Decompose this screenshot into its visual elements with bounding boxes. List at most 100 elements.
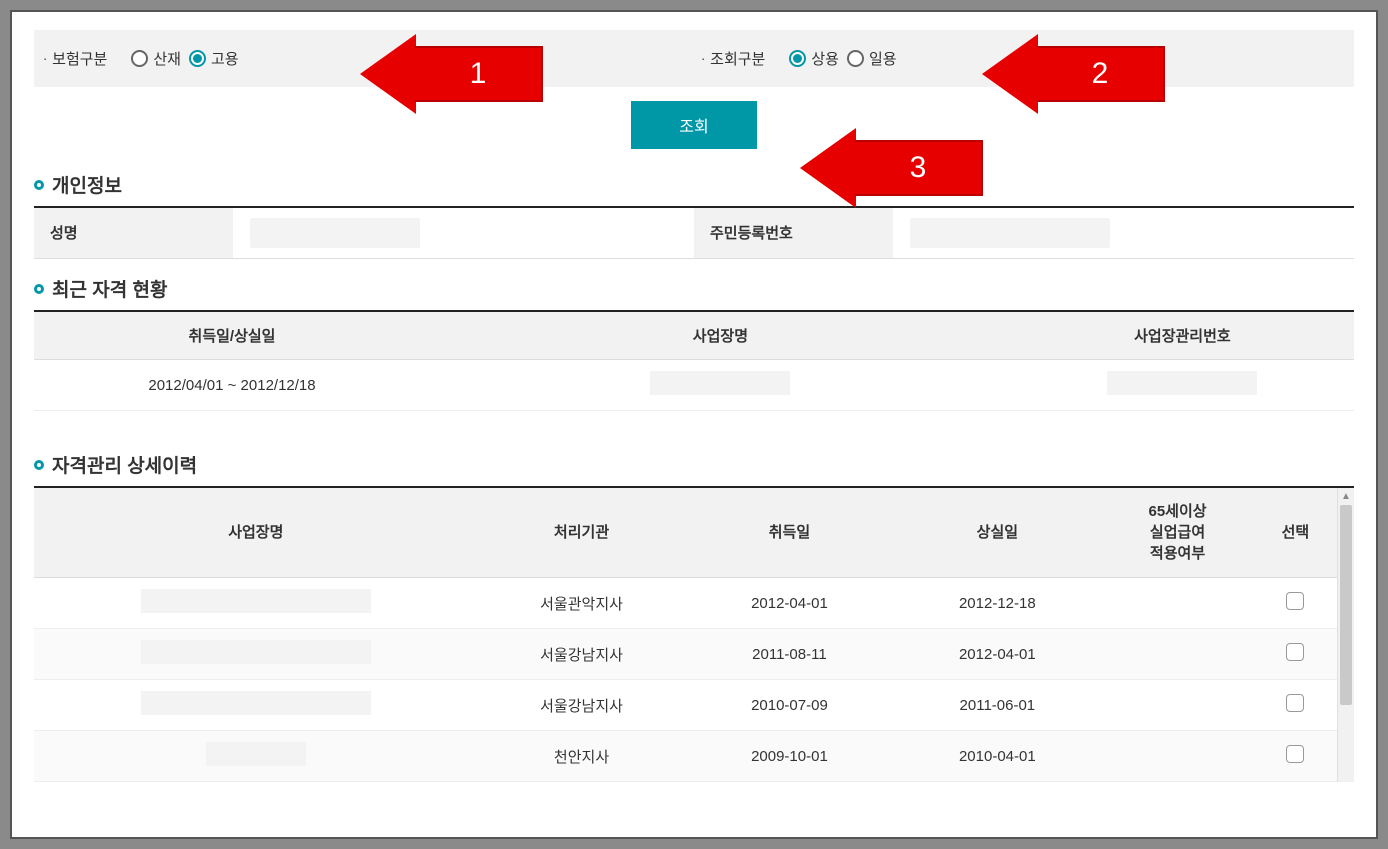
radio-label: 산재 [153,48,181,69]
personal-info-row: 성명 주민등록번호 [34,208,1354,259]
redacted [141,691,371,715]
cell-over65 [1101,680,1253,731]
table-row: 서울강남지사 2010-07-09 2011-06-01 [34,680,1337,731]
search-row: 조회 [34,101,1354,149]
col-acq: 취득일 [685,488,893,578]
cell-loss: 2010-04-01 [893,731,1101,782]
callout-number: 2 [1037,46,1165,102]
cell-loss: 2011-06-01 [893,680,1101,731]
cell-bizno [1011,360,1354,411]
bullet-icon [34,284,44,294]
cell-acq: 2010-07-09 [685,680,893,731]
radio-query-ilyong[interactable]: 일용 [847,48,897,69]
scroll-thumb[interactable] [1340,505,1352,705]
radio-icon [847,50,864,67]
radio-icon [189,50,206,67]
section-title-text: 최근 자격 현황 [52,275,167,302]
bullet-icon [34,180,44,190]
cell-biz [430,360,1011,411]
cell-branch: 서울강남지사 [478,680,686,731]
insurance-radio-set: 산재 고용 [131,48,238,69]
col-loss: 상실일 [893,488,1101,578]
cell-over65 [1101,731,1253,782]
cell-branch: 천안지사 [478,731,686,782]
redacted [141,589,371,613]
cell-select [1254,629,1337,680]
section-title-text: 자격관리 상세이력 [52,451,197,478]
cell-biz [34,629,478,680]
cell-biz [34,680,478,731]
callout-arrow-3: 3 [800,140,980,196]
section-title-detail: 자격관리 상세이력 [34,451,1354,478]
search-button[interactable]: 조회 [631,101,756,149]
redacted [206,742,306,766]
query-radio-set: 상용 일용 [789,48,896,69]
radio-label: 상용 [811,48,839,69]
detail-table: 사업장명 처리기관 취득일 상실일 65세이상 실업급여 적용여부 선택 서울관… [34,488,1337,782]
cell-loss: 2012-04-01 [893,629,1101,680]
select-checkbox[interactable] [1286,694,1304,712]
cell-biz [34,578,478,629]
cell-acq: 2009-10-01 [685,731,893,782]
table-row: 서울관악지사 2012-04-01 2012-12-18 [34,578,1337,629]
table-row: 서울강남지사 2011-08-11 2012-04-01 [34,629,1337,680]
cell-acq: 2012-04-01 [685,578,893,629]
col-select: 선택 [1254,488,1337,578]
rrn-label: 주민등록번호 [694,208,894,258]
recent-table: 취득일/상실일 사업장명 사업장관리번호 2012/04/01 ~ 2012/1… [34,312,1354,411]
select-checkbox[interactable] [1286,592,1304,610]
redacted [1107,371,1257,395]
cell-select [1254,578,1337,629]
cell-period: 2012/04/01 ~ 2012/12/18 [34,360,430,411]
redacted [141,640,371,664]
insurance-label: 보험구분 [44,48,107,69]
table-row: 2012/04/01 ~ 2012/12/18 [34,360,1354,411]
radio-label: 고용 [211,48,239,69]
radio-icon [131,50,148,67]
callout-arrow-1: 1 [360,46,540,102]
col-period: 취득일/상실일 [34,312,430,360]
cell-acq: 2011-08-11 [685,629,893,680]
redacted [910,218,1110,248]
col-bizno: 사업장관리번호 [1011,312,1354,360]
scroll-up-icon[interactable]: ▲ [1338,488,1354,505]
detail-wrap: 사업장명 처리기관 취득일 상실일 65세이상 실업급여 적용여부 선택 서울관… [34,486,1354,782]
col-over65: 65세이상 실업급여 적용여부 [1101,488,1253,578]
name-label: 성명 [34,208,234,258]
col-biz: 사업장명 [430,312,1011,360]
select-checkbox[interactable] [1286,643,1304,661]
filter-insurance-group: 보험구분 산재 고용 [44,48,239,69]
radio-insurance-sanje[interactable]: 산재 [131,48,181,69]
cell-over65 [1101,578,1253,629]
callout-number: 3 [855,140,983,196]
bullet-icon [34,460,44,470]
radio-icon [789,50,806,67]
filter-query-group: 조회구분 상용 일용 [702,48,897,69]
section-title-text: 개인정보 [52,171,122,198]
table-row: 천안지사 2009-10-01 2010-04-01 [34,731,1337,782]
cell-select [1254,680,1337,731]
cell-over65 [1101,629,1253,680]
col-biz: 사업장명 [34,488,478,578]
redacted [250,218,420,248]
query-label: 조회구분 [702,48,765,69]
name-value [234,208,694,258]
section-title-personal: 개인정보 [34,171,1354,198]
radio-label: 일용 [869,48,897,69]
select-checkbox[interactable] [1286,745,1304,763]
rrn-value [894,208,1354,258]
cell-loss: 2012-12-18 [893,578,1101,629]
radio-query-sangyong[interactable]: 상용 [789,48,839,69]
radio-insurance-goyong[interactable]: 고용 [189,48,239,69]
cell-biz [34,731,478,782]
col-branch: 처리기관 [478,488,686,578]
vertical-scrollbar[interactable]: ▲ [1337,488,1354,782]
section-title-recent: 최근 자격 현황 [34,275,1354,302]
detail-scroll-area: 사업장명 처리기관 취득일 상실일 65세이상 실업급여 적용여부 선택 서울관… [34,488,1337,782]
redacted [650,371,790,395]
callout-arrow-2: 2 [982,46,1162,102]
cell-select [1254,731,1337,782]
cell-branch: 서울관악지사 [478,578,686,629]
callout-number: 1 [415,46,543,102]
cell-branch: 서울강남지사 [478,629,686,680]
